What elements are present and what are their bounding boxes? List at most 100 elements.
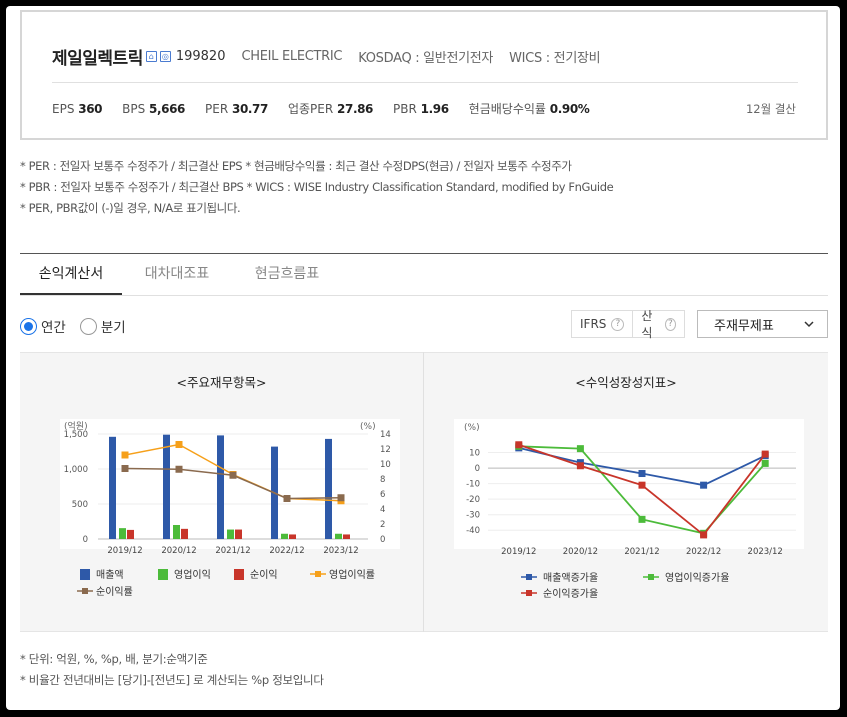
bar-순이익 [343,534,350,539]
y-right-tick-label: 10 [380,460,391,470]
point-영업이익증가율 [761,459,769,467]
point-영업이익증가율 [638,515,646,523]
tab-balance-sheet[interactable]: 대차대조표 [122,254,232,295]
settlement-month: 12월 결산 [745,102,796,116]
radio-quarter[interactable] [79,317,97,335]
point-순이익률 [175,465,183,473]
help-icon[interactable]: ? [664,317,676,331]
y-right-tick-label: 4 [380,505,385,515]
bar-순이익 [235,529,242,539]
point-영업이익률 [121,451,129,459]
y-right-unit: (%) [360,422,376,432]
point-순이익률 [283,495,291,502]
metrics-row: EPS 360 BPS 5,666 PER 30.77 업종PER 27.86 … [52,100,609,117]
period-toggle: 연간 분기 [20,316,140,336]
y-right-tick-label: 8 [380,475,385,485]
legend-label: 영업이익률 [329,568,375,581]
company-summary-box: 제일일렉트릭 ⌂ ◎ 199820 CHEIL ELECTRIC KOSDAQ … [20,10,828,140]
y-tick-label: -30 [466,511,480,521]
x-tick-label: 2020/12 [161,546,196,556]
chart-title-growth: <수익성장성지표> [575,375,677,390]
statement-type-select[interactable]: 주재무제표 [697,310,828,338]
note-line: * PER, PBR값이 (-)일 경우, N/A로 표기됩니다. [20,201,241,215]
point-순이익률 [229,471,237,479]
definition-notes: * PER : 전일자 보통주 수정주가 / 최근결산 EPS * 현금배당수익… [20,156,614,219]
x-tick-label: 2019/12 [107,546,142,556]
bar-영업이익 [119,528,126,539]
x-tick-label: 2021/12 [624,547,659,557]
y-tick-label: -40 [466,526,480,536]
legend-swatch [80,569,90,580]
bar-매출액 [217,435,224,539]
metric-per: PER 30.77 [205,101,268,116]
bar-순이익 [181,528,188,539]
x-tick-label: 2023/12 [323,546,358,556]
x-tick-label: 2021/12 [215,546,250,556]
link-icon[interactable]: ◎ [159,51,171,62]
note-line: * PER : 전일자 보통주 수정주가 / 최근결산 EPS * 현금배당수익… [20,159,572,173]
market-info: KOSDAQ : 일반전기전자 [358,51,494,66]
point-매출액증가율 [700,481,708,489]
chart-title-financials: <주요재무항목> [176,375,267,390]
legend-swatch [82,588,88,594]
bar-영업이익 [335,533,342,539]
financials-chart: (억원) (%)05001,0001,500024681012142019/12 2… [60,419,400,598]
stock-code: 199820 [175,49,226,64]
tab-income-statement[interactable]: 손익계산서 [20,254,122,295]
point-순이익증가율 [638,481,646,489]
english-name: CHEIL ELECTRIC [241,49,343,64]
legend-label: 영업이익 [174,568,211,581]
y-unit: (%) [464,423,480,433]
help-icon[interactable]: ? [611,317,625,331]
legend-label: 순이익증가율 [543,588,598,600]
metric-industry-per: 업종PER 27.86 [287,102,374,116]
y-left-tick-label: 1,000 [64,465,88,475]
legend-swatch [234,569,244,580]
legend-label: 매출액 [96,569,124,581]
y-right-tick-label: 0 [380,535,385,545]
point-매출액증가율 [638,470,646,478]
x-tick-label: 2020/12 [563,547,598,557]
legend-swatch [315,571,321,577]
y-right-tick-label: 12 [380,445,391,455]
point-순이익증가율 [761,450,769,458]
legend-swatch [648,574,654,580]
y-tick-label: -20 [466,495,480,505]
house-icon[interactable]: ⌂ [145,51,157,62]
growth-chart: (%) -40 -30 -20 -10 0 10 2019/12 2020/12 2021/12 2… [454,419,804,600]
legend-label: 매출액증가율 [543,572,598,584]
metric-pbr: PBR 1.96 [393,101,449,116]
company-title-row: 제일일렉트릭 ⌂ ◎ 199820 CHEIL ELECTRIC KOSDAQ … [52,44,601,69]
legend-swatch [526,590,532,596]
legend-swatch [526,574,532,580]
y-right-tick-label: 2 [380,520,385,530]
point-영업이익증가율 [576,445,584,453]
point-순이익증가율 [700,531,708,539]
radio-annual[interactable] [20,317,37,335]
legend-label: 영업이익증가율 [665,571,729,584]
bar-매출액 [109,436,116,539]
y-tick-label: 10 [469,449,480,459]
header-divider [52,82,798,83]
x-tick-label: 2022/12 [269,546,304,556]
y-left-tick-label: 1,500 [64,430,88,440]
ifrs-filter[interactable]: IFRS ? [572,311,632,337]
y-tick-label: 0 [475,464,480,474]
y-tick-label: -10 [466,480,480,490]
bar-순이익 [289,534,296,539]
note-line: * 비율간 전년대비는 [당기]-[전년도] 로 계산되는 %p 정보입니다 [20,673,324,687]
x-tick-label: 2023/12 [748,547,783,557]
bar-영업이익 [227,529,234,539]
bar-매출액 [163,434,170,539]
point-순이익률 [121,465,129,472]
bar-영업이익 [281,533,288,539]
radio-quarter-label[interactable]: 분기 [101,316,126,336]
formula-filter[interactable]: 산식 ? [632,309,684,340]
radio-annual-label[interactable]: 연간 [41,316,66,336]
legend-swatch [158,569,168,580]
company-name: 제일일렉트릭 [52,49,143,69]
note-line: * PBR : 전일자 보통주 수정주가 / 최근결산 BPS * WICS :… [20,180,614,194]
x-tick-label: 2022/12 [686,547,721,557]
y-left-tick-label: 0 [83,535,88,545]
tab-cash-flow[interactable]: 현금흐름표 [232,254,342,295]
